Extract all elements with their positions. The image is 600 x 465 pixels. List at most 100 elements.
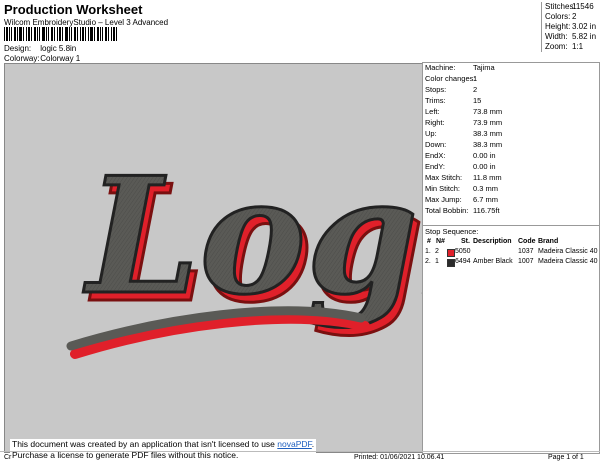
- info-row: Min Stitch: 0.3 mm: [425, 184, 498, 194]
- info-value: 38.3 mm: [473, 140, 503, 149]
- row-brand: Madeira Classic 40: [538, 248, 598, 255]
- logo-text: Logic: [83, 142, 422, 330]
- info-row: Stops: 2: [425, 85, 477, 95]
- stat-value: 5.82 in: [572, 32, 597, 41]
- info-row: Total Bobbin: 116.75ft: [425, 206, 500, 216]
- notice-text: This document was created by an applicat…: [12, 439, 278, 449]
- info-value: 6.7 mm: [473, 195, 499, 204]
- table-row: 2. 1 6494 Amber Black 1007 Madeira Class…: [425, 257, 598, 267]
- design-value: logic 5.8in: [40, 44, 77, 53]
- info-row: Trims: 15: [425, 96, 481, 106]
- logic-embroidery-graphic: Logic Logic: [66, 141, 422, 359]
- info-value: 73.8 mm: [473, 107, 503, 116]
- info-row: Machine: Tajima: [425, 63, 495, 73]
- page-title: Production Worksheet: [4, 2, 143, 17]
- colorway-value: Colorway 1: [40, 54, 81, 63]
- info-value: Tajima: [473, 63, 495, 72]
- info-label: Max Jump:: [425, 195, 462, 204]
- colorway-label: Colorway:: [4, 54, 40, 63]
- info-label: Trims:: [425, 96, 446, 105]
- barcode: [4, 27, 117, 41]
- col-st: St.: [461, 238, 470, 245]
- info-row: Up: 38.3 mm: [425, 129, 502, 139]
- info-value: 15: [473, 96, 482, 105]
- info-label: Min Stitch:: [425, 184, 461, 193]
- col-needle: N#: [436, 238, 445, 245]
- page-number: Page 1 of 1: [548, 454, 584, 461]
- col-code: Code: [518, 238, 536, 245]
- novapdf-link[interactable]: novaPDF: [277, 439, 312, 449]
- info-label: Total Bobbin:: [425, 206, 469, 215]
- row-code: 1037: [518, 248, 534, 255]
- info-label: EndX:: [425, 151, 446, 160]
- row-code: 1007: [518, 258, 534, 265]
- info-value: 0.3 mm: [473, 184, 499, 193]
- row-st: 6494: [455, 258, 471, 265]
- stat-label: Stitches:: [545, 2, 576, 11]
- stat-height: Height: 3.02 in: [545, 22, 596, 32]
- info-value: 1: [473, 74, 478, 83]
- thread-color-swatch: [447, 249, 455, 257]
- info-label: Left:: [425, 107, 440, 116]
- info-row: Max Stitch: 11.8 mm: [425, 173, 502, 183]
- design-row: Design: logic 5.8in: [4, 44, 76, 53]
- stat-label: Width:: [545, 32, 568, 41]
- info-label: Right:: [425, 118, 445, 127]
- row-needle: 2: [435, 248, 439, 255]
- table-row: 1. 2 5050 1037 Madeira Classic 40: [425, 247, 598, 257]
- stat-width: Width: 5.82 in: [545, 32, 596, 42]
- footer-left: Cr: [4, 454, 12, 461]
- colorway-row: Colorway: Colorway 1: [4, 54, 80, 63]
- stat-value: 1:1: [572, 42, 584, 51]
- stat-value: 2: [572, 12, 577, 21]
- printed-timestamp: Printed: 01/06/2021 10.06.41: [354, 454, 445, 461]
- info-value: 0.00 in: [473, 162, 496, 171]
- info-label: Up:: [425, 129, 437, 138]
- design-label: Design:: [4, 44, 32, 53]
- notice-period: .: [311, 439, 315, 449]
- info-value: 2: [473, 85, 478, 94]
- page-footer: Cr Printed: 01/06/2021 10.06.41 Page 1 o…: [0, 451, 600, 465]
- stat-label: Height:: [545, 22, 571, 31]
- col-description: Description: [473, 238, 512, 245]
- design-stats: Stitches:11546 Colors: 2 Height: 3.02 in W…: [541, 2, 596, 52]
- row-needle: 1: [435, 258, 439, 265]
- row-description: Amber Black: [473, 258, 513, 265]
- info-row: EndX: 0.00 in: [425, 151, 496, 161]
- info-row: Max Jump: 6.7 mm: [425, 195, 498, 205]
- col-brand: Brand: [538, 238, 559, 245]
- stat-value: 11546: [572, 2, 594, 11]
- software-subtitle: Wilcom EmbroideryStudio – Level 3 Advanc…: [4, 18, 169, 27]
- stat-label: Colors:: [545, 12, 571, 21]
- stat-label: Zoom:: [545, 42, 568, 51]
- col-index: #: [427, 238, 431, 245]
- info-value: 0.00 in: [473, 151, 496, 160]
- info-value: 11.8 mm: [473, 173, 502, 182]
- info-row: Left: 73.8 mm: [425, 107, 502, 117]
- row-brand: Madeira Classic 40: [538, 258, 598, 265]
- row-st: 5050: [455, 248, 471, 255]
- stat-colors: Colors: 2: [545, 12, 596, 22]
- info-label: EndY:: [425, 162, 446, 171]
- stat-value: 3.02 in: [572, 22, 597, 31]
- row-index: 1.: [425, 248, 431, 255]
- machine-info-panel: Machine: Tajima Color changes:1 Stops: 2 T…: [422, 62, 600, 454]
- info-value: 38.3 mm: [473, 129, 503, 138]
- stat-zoom: Zoom: 1:1: [545, 42, 596, 52]
- stop-sequence-title: Stop Sequence:: [423, 225, 599, 237]
- row-index: 2.: [425, 258, 431, 265]
- info-row: EndY: 0.00 in: [425, 162, 496, 172]
- design-preview: Logic Logic: [4, 63, 423, 453]
- info-value: 116.75ft: [473, 206, 500, 215]
- info-label: Max Stitch:: [425, 173, 463, 182]
- info-label: Stops:: [425, 85, 447, 94]
- info-row: Down: 38.3 mm: [425, 140, 502, 150]
- info-label: Color changes:: [425, 74, 476, 83]
- info-row: Color changes:1: [425, 74, 477, 84]
- stop-sequence-header: # N# St. Description Code Brand: [425, 237, 597, 247]
- info-value: 73.9 mm: [473, 118, 503, 127]
- notice-line-1: This document was created by an applicat…: [12, 439, 314, 450]
- stat-stitches: Stitches:11546: [545, 2, 596, 12]
- info-label: Down:: [425, 140, 447, 149]
- info-label: Machine:: [425, 63, 456, 72]
